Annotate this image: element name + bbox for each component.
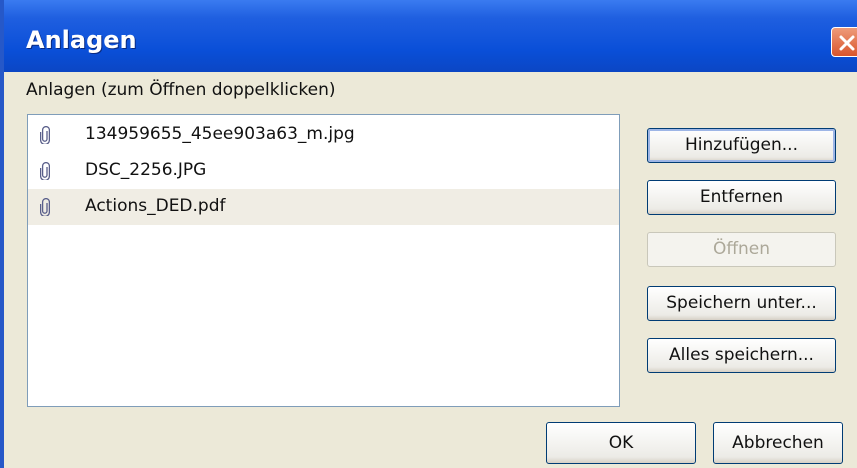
attachment-list[interactable]: 134959655_45ee903a63_m.jpg DSC_2256.JPG … xyxy=(27,114,620,407)
attachment-name: 134959655_45ee903a63_m.jpg xyxy=(85,124,355,144)
paperclip-icon xyxy=(40,162,50,180)
list-item[interactable]: DSC_2256.JPG xyxy=(28,153,619,189)
paperclip-icon xyxy=(40,198,50,216)
list-caption: Anlagen (zum Öffnen doppelklicken) xyxy=(26,80,336,100)
save-all-button[interactable]: Alles speichern... xyxy=(647,338,836,373)
remove-button[interactable]: Entfernen xyxy=(647,180,836,215)
attachment-name: DSC_2256.JPG xyxy=(85,160,207,180)
ok-button[interactable]: OK xyxy=(546,422,696,464)
close-icon xyxy=(839,35,855,51)
close-button[interactable] xyxy=(831,27,857,57)
attachment-name: Actions_DED.pdf xyxy=(85,196,226,216)
attachments-dialog: Anlagen Anlagen (zum Öffnen doppelklicke… xyxy=(0,0,857,468)
paperclip-icon xyxy=(40,126,50,144)
window-title: Anlagen xyxy=(26,26,137,54)
title-bar[interactable]: Anlagen xyxy=(4,0,857,72)
cancel-button[interactable]: Abbrechen xyxy=(713,422,843,464)
add-button[interactable]: Hinzufügen... xyxy=(647,128,836,163)
open-button[interactable]: Öffnen xyxy=(647,232,836,267)
list-item[interactable]: 134959655_45ee903a63_m.jpg xyxy=(28,117,619,153)
list-item-selected[interactable]: Actions_DED.pdf xyxy=(28,189,619,225)
save-as-button[interactable]: Speichern unter... xyxy=(647,286,836,321)
